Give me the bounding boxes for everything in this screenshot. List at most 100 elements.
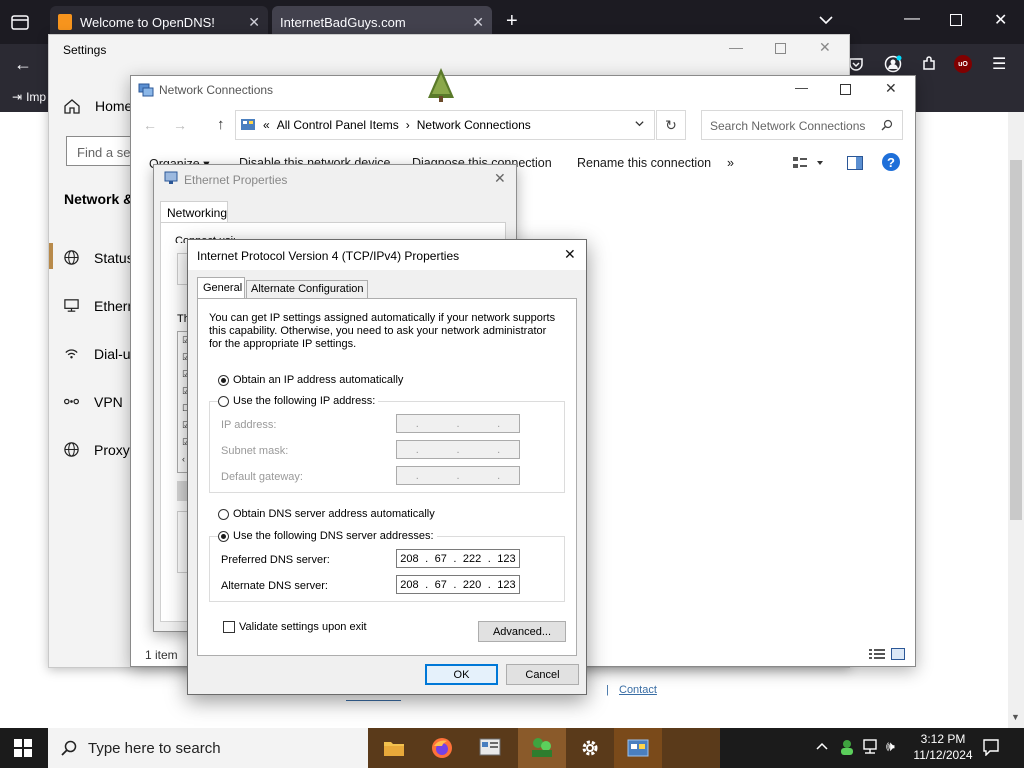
ip-address-field[interactable]: ... xyxy=(396,414,520,433)
settings-gear-icon[interactable] xyxy=(566,728,614,768)
breadcrumb-separator-icon: › xyxy=(405,118,410,132)
window-title: Ethernet Properties xyxy=(184,173,288,187)
sidebar-item-proxy[interactable]: Proxy xyxy=(63,441,130,458)
address-dropdown-icon[interactable] xyxy=(634,118,645,129)
control-panel-icon[interactable] xyxy=(466,728,514,768)
settings-title: Settings xyxy=(63,43,107,57)
network-app-icon[interactable] xyxy=(518,728,566,768)
use-following-dns-radio[interactable]: Use the following DNS server addresses: xyxy=(218,530,437,542)
web-scrollbar[interactable]: ▼ xyxy=(1008,112,1024,728)
maximize-icon[interactable] xyxy=(950,14,962,26)
nav-back-icon[interactable]: ← xyxy=(143,117,157,133)
notifications-icon[interactable] xyxy=(982,738,1000,756)
address-bar[interactable]: « All Control Panel Items › Network Conn… xyxy=(235,110,655,140)
file-explorer-icon[interactable] xyxy=(370,728,418,768)
network-tray-icon[interactable] xyxy=(862,739,880,755)
ublock-icon[interactable]: uO xyxy=(954,55,972,73)
scroll-down-icon[interactable]: ▼ xyxy=(1011,712,1020,722)
tab-networking[interactable]: Networking xyxy=(160,201,228,223)
ok-button[interactable]: OK xyxy=(425,664,498,685)
tab-title: InternetBadGuys.com xyxy=(280,14,406,30)
clock[interactable]: 3:12 PM 11/12/2024 xyxy=(912,731,974,763)
help-icon[interactable]: ? xyxy=(882,153,900,171)
subnet-mask-label: Subnet mask: xyxy=(221,445,289,457)
validate-settings-checkbox[interactable]: Validate settings upon exit xyxy=(223,621,367,633)
time: 3:12 PM xyxy=(920,732,966,746)
home-icon xyxy=(63,97,81,115)
refresh-icon[interactable]: ↻ xyxy=(656,110,686,140)
minimize-icon[interactable]: — xyxy=(904,10,920,28)
obtain-dns-auto-radio[interactable]: Obtain DNS server address automatically xyxy=(218,508,435,520)
network-connections-taskbar-icon[interactable] xyxy=(614,728,662,768)
menu-icon[interactable]: ☰ xyxy=(992,54,1006,74)
globe-icon xyxy=(63,249,80,266)
close-icon[interactable]: ✕ xyxy=(885,80,897,97)
volume-icon[interactable]: 🕪 xyxy=(886,738,895,755)
sidebar-item-dialup[interactable]: Dial-up xyxy=(63,345,138,362)
ip-address-label: IP address: xyxy=(221,419,277,431)
settings-home-item[interactable]: Home xyxy=(63,97,132,115)
new-tab-icon[interactable]: + xyxy=(506,10,518,33)
sidebar-item-vpn[interactable]: VPN xyxy=(63,393,123,410)
details-view-icon[interactable] xyxy=(869,648,885,660)
default-gateway-label: Default gateway: xyxy=(221,471,303,483)
breadcrumb-item[interactable]: Network Connections xyxy=(417,118,531,132)
search-icon xyxy=(881,119,893,131)
radio-unselected-icon xyxy=(218,508,229,520)
obtain-ip-auto-radio[interactable]: Obtain an IP address automatically xyxy=(218,374,403,386)
globe-icon xyxy=(63,441,80,458)
taskbar: Type here to search 🕪 3:12 PM 11/12/2024 xyxy=(0,728,1024,768)
show-hidden-icons-icon[interactable] xyxy=(816,740,828,752)
status-bar-count: 1 item xyxy=(145,648,178,662)
advanced-button[interactable]: Advanced... xyxy=(478,621,566,642)
large-icons-view-icon[interactable] xyxy=(891,648,905,660)
radio-unselected-icon xyxy=(218,395,229,407)
preferred-dns-field[interactable]: 208. 67. 222. 123 xyxy=(396,549,520,568)
minimize-icon[interactable]: — xyxy=(795,80,808,95)
settings-minimize-icon[interactable]: — xyxy=(729,39,743,55)
import-bookmarks-button[interactable]: ⇥ Imp xyxy=(12,90,46,104)
account-icon[interactable] xyxy=(884,55,902,73)
close-tab-icon[interactable]: ✕ xyxy=(472,14,484,31)
rename-command[interactable]: Rename this connection xyxy=(577,156,711,170)
breadcrumb-item[interactable]: All Control Panel Items xyxy=(277,118,399,132)
firefox-icon[interactable] xyxy=(418,728,466,768)
tab-list-icon[interactable] xyxy=(10,12,30,32)
taskbar-search-box[interactable]: Type here to search xyxy=(48,728,368,768)
tab-general[interactable]: General xyxy=(197,277,245,299)
pocket-icon[interactable] xyxy=(848,56,864,72)
subnet-mask-field[interactable]: ... xyxy=(396,440,520,459)
settings-close-icon[interactable]: ✕ xyxy=(819,39,831,56)
alternate-dns-label: Alternate DNS server: xyxy=(221,580,328,592)
settings-maximize-icon[interactable] xyxy=(775,43,786,54)
control-panel-icon xyxy=(240,117,256,133)
close-icon[interactable]: ✕ xyxy=(494,170,506,187)
tree-image xyxy=(428,68,454,102)
alternate-dns-field[interactable]: 208. 67. 220. 123 xyxy=(396,575,520,594)
nav-forward-icon[interactable]: → xyxy=(173,117,187,133)
windows-start-icon[interactable] xyxy=(14,739,32,757)
nav-up-icon[interactable]: ↑ xyxy=(217,116,225,133)
search-network-connections-input[interactable]: Search Network Connections xyxy=(701,110,903,140)
cancel-button[interactable]: Cancel xyxy=(506,664,579,685)
preview-pane-icon[interactable] xyxy=(847,156,863,170)
view-options-icon[interactable] xyxy=(793,156,823,170)
sidebar-item-status[interactable]: Status xyxy=(63,249,134,266)
maximize-icon[interactable] xyxy=(840,84,851,95)
more-commands-icon[interactable]: » xyxy=(727,156,734,170)
contact-link[interactable]: Contact xyxy=(619,684,657,696)
chevron-down-icon[interactable] xyxy=(818,12,834,28)
back-arrow-icon[interactable]: ← xyxy=(14,54,32,75)
scrollbar-thumb[interactable] xyxy=(1010,160,1022,520)
close-icon[interactable]: ✕ xyxy=(994,10,1007,30)
user-tray-icon[interactable] xyxy=(838,738,856,756)
tab-alternate-configuration[interactable]: Alternate Configuration xyxy=(246,280,368,299)
radio-selected-icon xyxy=(218,374,229,386)
window-title: Network Connections xyxy=(159,83,274,97)
use-following-ip-radio[interactable]: Use the following IP address: xyxy=(218,395,379,407)
close-tab-icon[interactable]: ✕ xyxy=(248,14,260,31)
extensions-icon[interactable] xyxy=(920,55,938,73)
default-gateway-field[interactable]: ... xyxy=(396,466,520,485)
close-icon[interactable]: ✕ xyxy=(564,246,576,263)
import-icon: ⇥ xyxy=(12,90,23,104)
